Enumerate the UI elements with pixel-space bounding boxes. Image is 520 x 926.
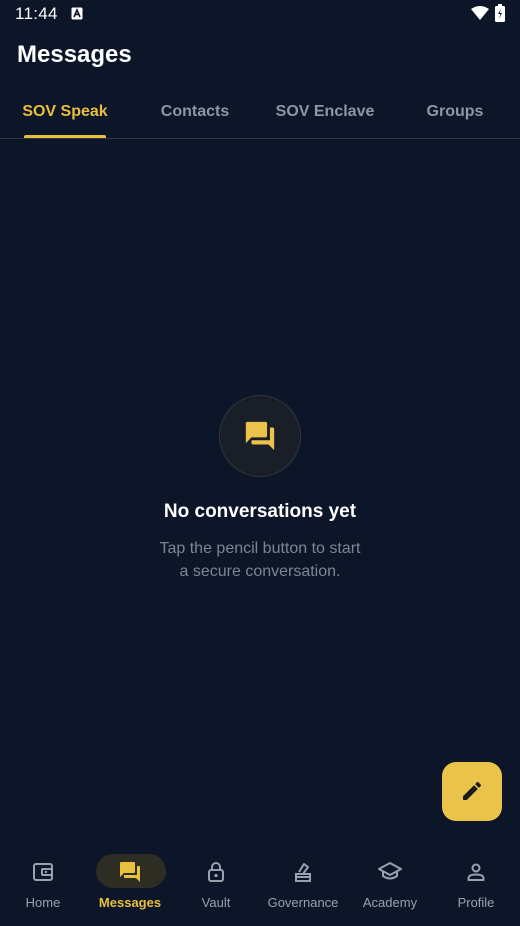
lock-icon [208,862,224,882]
nav-item-profile[interactable]: Profile [433,840,519,926]
empty-state-subtitle-line: Tap the pencil button to start [159,540,361,557]
bottom-nav: Home Messages Vault Governance Academy P… [0,840,520,926]
empty-state-title: No conversations yet [163,501,357,522]
empty-state-subtitle-line: a secure conversation. [179,563,341,580]
status-bar: 11:44 [0,0,520,28]
tab-label: SOV Enclave [275,103,375,120]
app-notification-icon [71,7,83,20]
empty-state-icon-container [219,395,301,477]
nav-item-home[interactable]: Home [0,840,86,926]
status-time: 11:44 [15,4,58,23]
forum-icon [245,421,275,451]
school-icon [378,862,402,880]
nav-label: Home [25,895,61,910]
nav-item-vault[interactable]: Vault [173,840,259,926]
battery-icon [495,4,505,22]
nav-label: Governance [267,895,339,910]
wifi-icon [471,6,489,20]
tab-groups[interactable]: Groups [416,90,494,136]
empty-state-subtitle: Tap the pencil button to start a secure … [100,537,420,583]
tab-sov-enclave[interactable]: SOV Enclave [268,90,382,136]
nav-label: Messages [98,895,162,910]
nav-label: Profile [457,895,495,910]
tab-label: Groups [426,103,484,120]
nav-item-academy[interactable]: Academy [347,840,433,926]
tab-label: Contacts [160,103,230,120]
nav-label: Academy [362,895,418,910]
pencil-icon [463,781,482,800]
nav-item-governance[interactable]: Governance [260,840,346,926]
page-title: Messages [17,41,132,68]
new-conversation-button[interactable] [442,762,502,821]
forum-icon [120,862,140,882]
tab-bar: SOV Speak Contacts SOV Enclave Groups [0,90,520,139]
wallet-icon [33,863,53,881]
nav-label: Vault [201,895,231,910]
tab-sov-speak[interactable]: SOV Speak [16,90,114,136]
person-icon [467,863,485,881]
tab-contacts[interactable]: Contacts [150,90,240,136]
tabs-divider [0,138,520,139]
vote-icon [295,863,311,882]
tab-label: SOV Speak [22,103,108,120]
nav-item-messages[interactable]: Messages [87,840,173,926]
